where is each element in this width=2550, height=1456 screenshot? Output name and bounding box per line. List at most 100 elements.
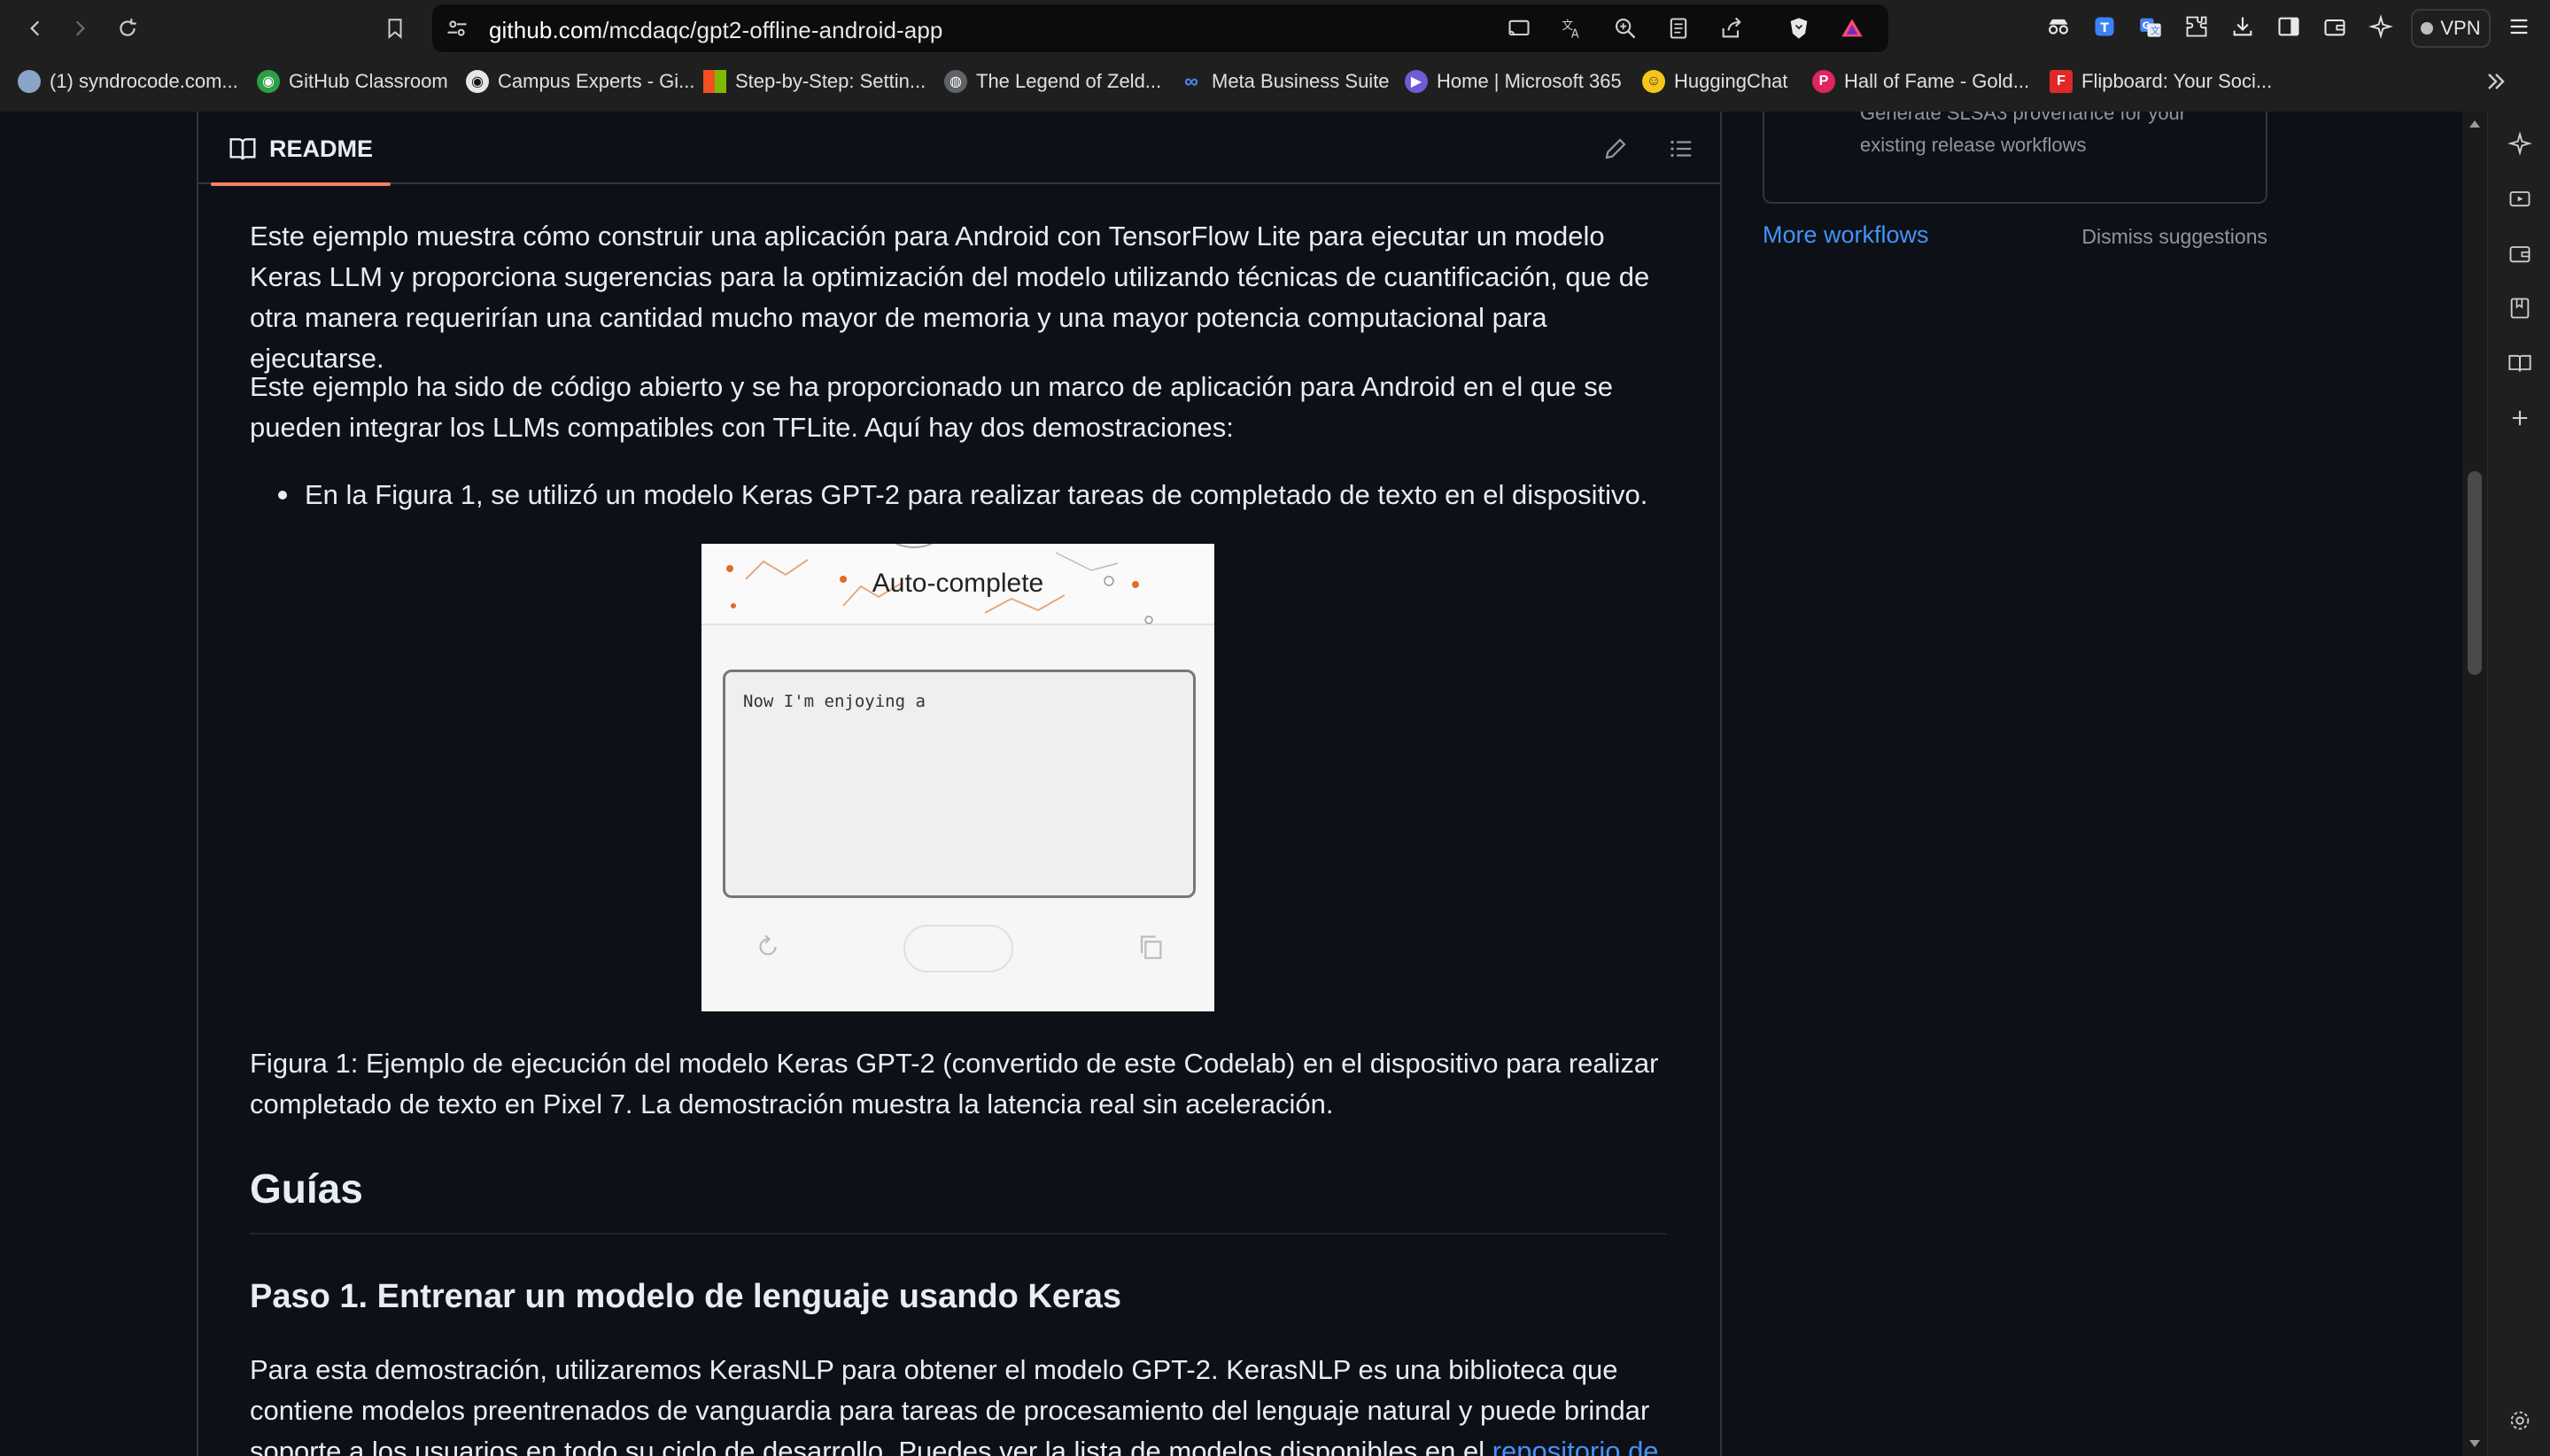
address-bar[interactable]: github.com/mcdaqc/gpt2-offline-android-a…	[432, 4, 1888, 52]
share-icon[interactable]	[1718, 15, 1745, 42]
readme-tab-label: README	[269, 135, 374, 162]
bookmark-item[interactable]: ◉ Campus Experts - Gi...	[466, 67, 695, 96]
brave-shields-icon[interactable]	[1786, 15, 1812, 42]
globe-icon: ◍	[944, 70, 967, 93]
bookmark-item[interactable]: Step-by-Step: Settin...	[703, 67, 926, 96]
bookmark-item[interactable]: F Flipboard: Your Soci...	[2050, 67, 2272, 96]
microsoft-icon	[703, 70, 726, 93]
bookmark-label: GitHub Classroom	[289, 70, 448, 92]
site-info-icon[interactable]	[445, 16, 469, 41]
browser-sidebar	[2487, 112, 2550, 1456]
zoom-icon[interactable]	[1612, 15, 1639, 42]
step1-heading: Paso 1. Entrenar un modelo de lenguaje u…	[250, 1278, 1122, 1315]
bookmark-icon	[388, 19, 402, 39]
bookmarks-sidebar-icon[interactable]	[2506, 294, 2534, 322]
settings-gear-icon[interactable]	[2506, 1406, 2534, 1435]
browser-toolbar: github.com/mcdaqc/gpt2-offline-android-a…	[0, 0, 2550, 57]
readme-tab[interactable]: README	[211, 113, 391, 186]
demo-screenshot[interactable]: Auto-complete Now I'm enjoying a	[701, 544, 1214, 1011]
bookmark-item[interactable]: (1) syndrocode.com...	[18, 67, 238, 96]
figure-text-area: Now I'm enjoying a	[723, 670, 1196, 898]
flipboard-icon: F	[2050, 70, 2073, 93]
pencil-icon	[1605, 138, 1626, 159]
figure-app-title: Auto-complete	[872, 569, 1044, 598]
forward-button[interactable]	[60, 9, 99, 48]
pinterest-icon: P	[1812, 70, 1835, 93]
bookmark-item[interactable]: ▶ Home | Microsoft 365	[1405, 67, 1622, 96]
opensource-paragraph: Este ejemplo ha sido de código abierto y…	[250, 371, 1613, 443]
back-icon	[30, 20, 40, 36]
workflow-description: Generate SLSA3 provenance for your exist…	[1860, 112, 2187, 156]
leo-ai-icon[interactable]	[2367, 12, 2395, 41]
bookmark-page-button[interactable]	[376, 9, 415, 48]
huggingface-icon: ☺	[1642, 70, 1665, 93]
edit-readme-button[interactable]	[1598, 131, 1633, 167]
scroll-up-icon[interactable]	[2469, 120, 2480, 128]
bookmark-label: Meta Business Suite	[1212, 70, 1390, 92]
intro-paragraph: Este ejemplo muestra cómo construir una …	[250, 221, 1650, 374]
dismiss-suggestions-button[interactable]: Dismiss suggestions	[2081, 225, 2267, 249]
vpn-button[interactable]: VPN	[2411, 9, 2491, 48]
browser-chrome: github.com/mcdaqc/gpt2-offline-android-a…	[0, 0, 2550, 112]
bookmark-label: (1) syndrocode.com...	[50, 70, 238, 92]
keras-paragraph: Para esta demostración, utilizaremos Ker…	[250, 1350, 1667, 1456]
reader-mode-icon[interactable]	[1665, 15, 1692, 42]
meta-icon: ∞	[1184, 70, 1198, 92]
figure-input-text: Now I'm enjoying a	[743, 692, 926, 711]
syndrocode-icon	[18, 70, 41, 93]
url-path: /mcdaqc/gpt2-offline-android-app	[602, 17, 943, 43]
workflow-suggestion-card[interactable]: Generate SLSA3 provenance for your exist…	[1763, 112, 2267, 204]
bookmark-label: Hall of Fame - Gold...	[1844, 70, 2030, 92]
copy-icon	[1140, 935, 1162, 959]
page-scrollbar[interactable]	[2462, 112, 2487, 1456]
bookmark-label: Campus Experts - Gi...	[498, 70, 695, 92]
bookmark-item[interactable]: P Hall of Fame - Gold...	[1812, 67, 2029, 96]
menu-icon[interactable]	[2505, 12, 2533, 41]
translate-icon[interactable]: 文A	[1559, 15, 1585, 42]
cast-icon[interactable]	[1506, 15, 1532, 42]
add-panel-icon[interactable]	[2506, 404, 2534, 432]
bookmark-item[interactable]: ◉ GitHub Classroom	[257, 67, 448, 96]
m365-icon: ▶	[1405, 70, 1428, 93]
translator-extension-icon[interactable]: T	[2090, 12, 2119, 41]
bookmark-label: Home | Microsoft 365	[1437, 70, 1622, 92]
reading-list-icon[interactable]	[2506, 349, 2534, 377]
keras-paragraph-text: Para esta demostración, utilizaremos Ker…	[250, 1354, 1650, 1456]
bookmark-item[interactable]: ∞ Meta Business Suite	[1180, 67, 1390, 96]
reload-icon	[120, 19, 136, 36]
brave-rewards-icon[interactable]	[1839, 15, 1865, 42]
wallet-icon[interactable]	[2321, 12, 2349, 41]
svg-text:文: 文	[2151, 25, 2160, 36]
heading-divider	[250, 1233, 1667, 1235]
github-icon: ◉	[466, 70, 489, 93]
svg-text:T: T	[2100, 21, 2109, 35]
leo-sidebar-icon[interactable]	[2506, 129, 2534, 158]
list-item: En la Figura 1, se utilizó un modelo Ker…	[278, 475, 1686, 515]
section-heading-guides: Guías	[250, 1166, 363, 1212]
bookmarks-bar: (1) syndrocode.com... ◉ GitHub Classroom …	[0, 62, 2550, 101]
figure-caption: Figura 1: Ejemplo de ejecución del model…	[250, 1048, 1659, 1119]
repository-link[interactable]: repositorio de	[1492, 1436, 1659, 1456]
bookmark-label: Flipboard: Your Soci...	[2081, 70, 2273, 92]
outline-button[interactable]	[1663, 131, 1699, 167]
back-button[interactable]	[16, 9, 55, 48]
bookmark-item[interactable]: ☺ HuggingChat	[1642, 67, 1787, 96]
playlist-icon[interactable]	[2506, 184, 2534, 213]
reload-button[interactable]	[108, 9, 147, 48]
vpn-status-icon	[2421, 22, 2434, 35]
more-workflows-link[interactable]: More workflows	[1763, 221, 1929, 249]
url-text[interactable]: github.com/mcdaqc/gpt2-offline-android-a…	[489, 17, 942, 44]
extensions-icon[interactable]	[2182, 12, 2211, 41]
wallet-sidebar-icon[interactable]	[2506, 239, 2534, 267]
refresh-icon	[759, 934, 777, 956]
bookmarks-overflow-icon[interactable]	[2482, 67, 2510, 96]
google-translate-icon[interactable]: G文	[2136, 12, 2165, 41]
scroll-down-icon[interactable]	[2469, 1440, 2480, 1447]
github-icon: ◉	[257, 70, 280, 93]
sidebar-toggle-icon[interactable]	[2275, 12, 2303, 41]
bookmark-item[interactable]: ◍ The Legend of Zeld...	[944, 67, 1161, 96]
book-icon	[229, 138, 256, 160]
downloads-icon[interactable]	[2228, 12, 2257, 41]
incognito-icon[interactable]	[2044, 12, 2073, 41]
scroll-thumb[interactable]	[2468, 471, 2482, 675]
